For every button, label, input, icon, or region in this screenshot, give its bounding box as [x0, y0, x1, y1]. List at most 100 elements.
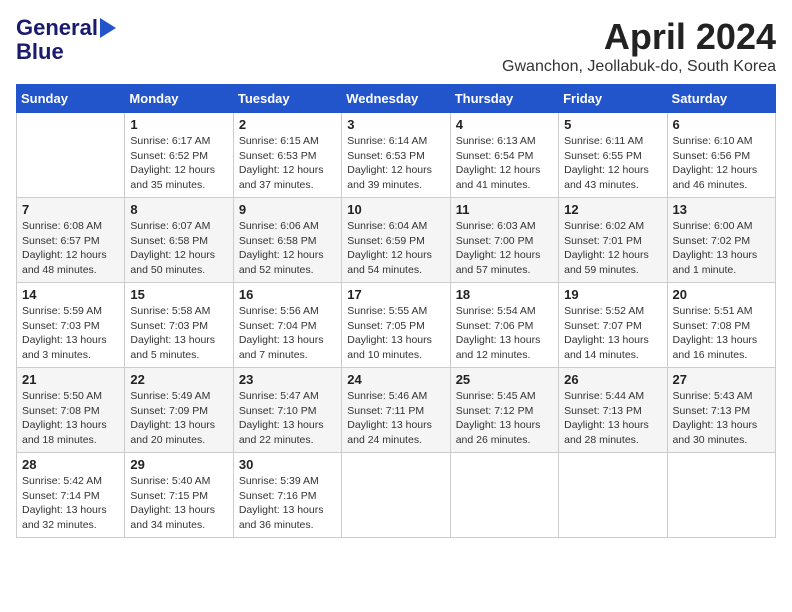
- calendar-cell: 11 Sunrise: 6:03 AM Sunset: 7:00 PM Dayli…: [450, 198, 558, 283]
- calendar-cell: 13 Sunrise: 6:00 AM Sunset: 7:02 PM Dayli…: [667, 198, 775, 283]
- calendar-cell: 18 Sunrise: 5:54 AM Sunset: 7:06 PM Dayli…: [450, 283, 558, 368]
- day-info: Sunrise: 5:52 AM Sunset: 7:07 PM Dayligh…: [564, 304, 661, 363]
- calendar-cell: [17, 113, 125, 198]
- calendar-cell: [342, 453, 450, 538]
- calendar-cell: 7Sunrise: 6:08 AM Sunset: 6:57 PM Daylig…: [17, 198, 125, 283]
- day-number: 29: [130, 457, 227, 472]
- day-number: 2: [239, 117, 336, 132]
- day-number: 9: [239, 202, 336, 217]
- day-info: Sunrise: 5:51 AM Sunset: 7:08 PM Dayligh…: [673, 304, 770, 363]
- day-number: 19: [564, 287, 661, 302]
- day-info: Sunrise: 5:44 AM Sunset: 7:13 PM Dayligh…: [564, 389, 661, 448]
- calendar-cell: 8 Sunrise: 6:07 AM Sunset: 6:58 PM Daylig…: [125, 198, 233, 283]
- day-number: 15: [130, 287, 227, 302]
- calendar-cell: 19 Sunrise: 5:52 AM Sunset: 7:07 PM Dayli…: [559, 283, 667, 368]
- day-number: 25: [456, 372, 553, 387]
- logo-arrow-icon: [100, 18, 116, 38]
- day-number: 4: [456, 117, 553, 132]
- day-info: Sunrise: 6:04 AM Sunset: 6:59 PM Dayligh…: [347, 219, 444, 278]
- weekday-header-wednesday: Wednesday: [342, 85, 450, 113]
- calendar-cell: 24 Sunrise: 5:46 AM Sunset: 7:11 PM Dayli…: [342, 368, 450, 453]
- day-info: Sunrise: 5:59 AM Sunset: 7:03 PM Dayligh…: [22, 304, 119, 363]
- calendar-cell: 10 Sunrise: 6:04 AM Sunset: 6:59 PM Dayli…: [342, 198, 450, 283]
- day-number: 22: [130, 372, 227, 387]
- day-info: Sunrise: 5:49 AM Sunset: 7:09 PM Dayligh…: [130, 389, 227, 448]
- day-info: Sunrise: 5:45 AM Sunset: 7:12 PM Dayligh…: [456, 389, 553, 448]
- day-info: Sunrise: 5:50 AM Sunset: 7:08 PM Dayligh…: [22, 389, 119, 448]
- day-number: 18: [456, 287, 553, 302]
- day-number: 14: [22, 287, 119, 302]
- day-number: 27: [673, 372, 770, 387]
- day-number: 13: [673, 202, 770, 217]
- day-number: 23: [239, 372, 336, 387]
- day-number: 3: [347, 117, 444, 132]
- day-info: Sunrise: 6:17 AM Sunset: 6:52 PM Dayligh…: [130, 134, 227, 193]
- day-number: 8: [130, 202, 227, 217]
- day-info: Sunrise: 5:56 AM Sunset: 7:04 PM Dayligh…: [239, 304, 336, 363]
- calendar-cell: 27 Sunrise: 5:43 AM Sunset: 7:13 PM Dayli…: [667, 368, 775, 453]
- day-info: Sunrise: 6:06 AM Sunset: 6:58 PM Dayligh…: [239, 219, 336, 278]
- weekday-header-friday: Friday: [559, 85, 667, 113]
- day-info: Sunrise: 5:47 AM Sunset: 7:10 PM Dayligh…: [239, 389, 336, 448]
- calendar-cell: 25 Sunrise: 5:45 AM Sunset: 7:12 PM Dayli…: [450, 368, 558, 453]
- calendar-cell: 4 Sunrise: 6:13 AM Sunset: 6:54 PM Daylig…: [450, 113, 558, 198]
- calendar-cell: 17Sunrise: 5:55 AM Sunset: 7:05 PM Dayli…: [342, 283, 450, 368]
- day-number: 21: [22, 372, 119, 387]
- day-info: Sunrise: 6:15 AM Sunset: 6:53 PM Dayligh…: [239, 134, 336, 193]
- day-info: Sunrise: 6:00 AM Sunset: 7:02 PM Dayligh…: [673, 219, 770, 278]
- calendar-cell: 16Sunrise: 5:56 AM Sunset: 7:04 PM Dayli…: [233, 283, 341, 368]
- day-number: 10: [347, 202, 444, 217]
- logo: General Blue: [16, 16, 116, 64]
- calendar-cell: [667, 453, 775, 538]
- day-info: Sunrise: 5:46 AM Sunset: 7:11 PM Dayligh…: [347, 389, 444, 448]
- title-area: April 2024 Gwanchon, Jeollabuk-do, South…: [502, 16, 776, 76]
- day-info: Sunrise: 6:07 AM Sunset: 6:58 PM Dayligh…: [130, 219, 227, 278]
- calendar-cell: 2 Sunrise: 6:15 AM Sunset: 6:53 PM Daylig…: [233, 113, 341, 198]
- day-number: 30: [239, 457, 336, 472]
- calendar-cell: 28Sunrise: 5:42 AM Sunset: 7:14 PM Dayli…: [17, 453, 125, 538]
- day-number: 7: [22, 202, 119, 217]
- page-header: General Blue April 2024 Gwanchon, Jeolla…: [16, 16, 776, 76]
- day-number: 24: [347, 372, 444, 387]
- calendar-cell: 3 Sunrise: 6:14 AM Sunset: 6:53 PM Daylig…: [342, 113, 450, 198]
- calendar-week-3: 14 Sunrise: 5:59 AM Sunset: 7:03 PM Dayli…: [17, 283, 776, 368]
- calendar-cell: 5Sunrise: 6:11 AM Sunset: 6:55 PM Daylig…: [559, 113, 667, 198]
- weekday-header-thursday: Thursday: [450, 85, 558, 113]
- calendar-cell: [450, 453, 558, 538]
- day-number: 11: [456, 202, 553, 217]
- calendar-cell: 29 Sunrise: 5:40 AM Sunset: 7:15 PM Dayli…: [125, 453, 233, 538]
- calendar-cell: 22 Sunrise: 5:49 AM Sunset: 7:09 PM Dayli…: [125, 368, 233, 453]
- day-info: Sunrise: 5:40 AM Sunset: 7:15 PM Dayligh…: [130, 474, 227, 533]
- calendar-week-5: 28Sunrise: 5:42 AM Sunset: 7:14 PM Dayli…: [17, 453, 776, 538]
- logo-text-blue: Blue: [16, 40, 64, 64]
- day-info: Sunrise: 5:39 AM Sunset: 7:16 PM Dayligh…: [239, 474, 336, 533]
- calendar-cell: 6 Sunrise: 6:10 AM Sunset: 6:56 PM Daylig…: [667, 113, 775, 198]
- calendar-cell: 23 Sunrise: 5:47 AM Sunset: 7:10 PM Dayli…: [233, 368, 341, 453]
- month-title: April 2024: [502, 16, 776, 58]
- calendar-cell: 1 Sunrise: 6:17 AM Sunset: 6:52 PM Daylig…: [125, 113, 233, 198]
- calendar-cell: 21 Sunrise: 5:50 AM Sunset: 7:08 PM Dayli…: [17, 368, 125, 453]
- day-info: Sunrise: 6:03 AM Sunset: 7:00 PM Dayligh…: [456, 219, 553, 278]
- day-info: Sunrise: 5:55 AM Sunset: 7:05 PM Dayligh…: [347, 304, 444, 363]
- calendar-cell: 9 Sunrise: 6:06 AM Sunset: 6:58 PM Daylig…: [233, 198, 341, 283]
- day-number: 20: [673, 287, 770, 302]
- day-info: Sunrise: 6:10 AM Sunset: 6:56 PM Dayligh…: [673, 134, 770, 193]
- day-info: Sunrise: 5:43 AM Sunset: 7:13 PM Dayligh…: [673, 389, 770, 448]
- calendar-cell: [559, 453, 667, 538]
- calendar-cell: 12Sunrise: 6:02 AM Sunset: 7:01 PM Dayli…: [559, 198, 667, 283]
- day-info: Sunrise: 6:11 AM Sunset: 6:55 PM Dayligh…: [564, 134, 661, 193]
- day-info: Sunrise: 6:14 AM Sunset: 6:53 PM Dayligh…: [347, 134, 444, 193]
- location-title: Gwanchon, Jeollabuk-do, South Korea: [502, 58, 776, 76]
- weekday-header-row: SundayMondayTuesdayWednesdayThursdayFrid…: [17, 85, 776, 113]
- day-number: 1: [130, 117, 227, 132]
- calendar-table: SundayMondayTuesdayWednesdayThursdayFrid…: [16, 84, 776, 538]
- day-number: 12: [564, 202, 661, 217]
- day-number: 6: [673, 117, 770, 132]
- logo-text-general: General: [16, 16, 98, 40]
- day-info: Sunrise: 6:13 AM Sunset: 6:54 PM Dayligh…: [456, 134, 553, 193]
- calendar-cell: 14 Sunrise: 5:59 AM Sunset: 7:03 PM Dayli…: [17, 283, 125, 368]
- weekday-header-sunday: Sunday: [17, 85, 125, 113]
- calendar-cell: 26Sunrise: 5:44 AM Sunset: 7:13 PM Dayli…: [559, 368, 667, 453]
- day-info: Sunrise: 5:54 AM Sunset: 7:06 PM Dayligh…: [456, 304, 553, 363]
- calendar-cell: 20 Sunrise: 5:51 AM Sunset: 7:08 PM Dayli…: [667, 283, 775, 368]
